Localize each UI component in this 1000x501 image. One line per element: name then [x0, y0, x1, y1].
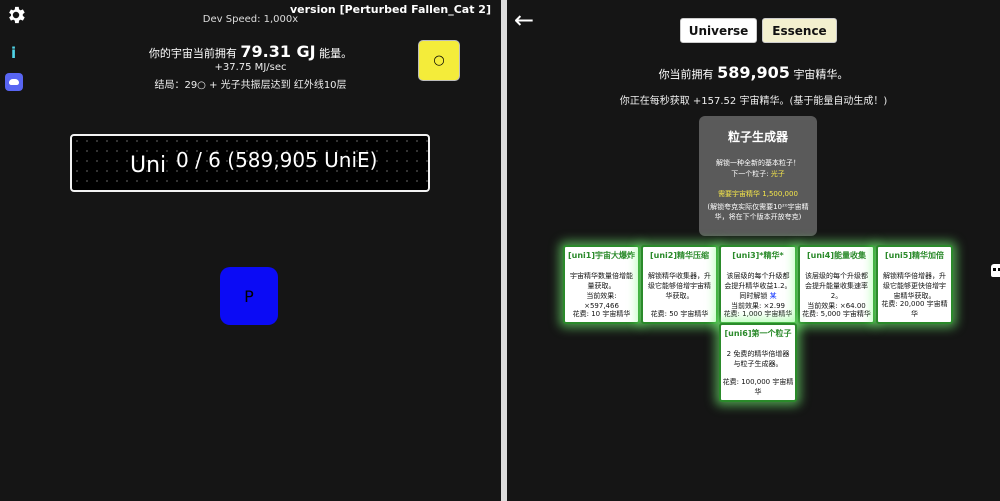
card-desc-highlight: 某 [769, 292, 777, 300]
upgrade-card-uni1[interactable]: [uni1]宇宙大爆炸 宇宙精华数量倍增能量获取。 当前效果: ×597,466… [563, 245, 640, 324]
energy-suffix: 能量。 [319, 47, 353, 60]
generator-desc-line1: 解锁一种全新的基本粒子！ [716, 159, 800, 167]
essence-display: 你当前拥有 589,905 宇宙精华。 [507, 63, 1000, 82]
card-desc: 2 免费的精华倍增器与粒子生成器。 [726, 350, 790, 368]
generator-desc: 解锁一种全新的基本粒子！ 下一个粒子: 光子 [699, 158, 817, 180]
card-desc: 解锁精华倍增器，升级它能够更快倍增宇宙精华获取。 [883, 272, 946, 300]
uni-progress-box[interactable]: Uni 0 / 6 (589,905 UniE) [70, 134, 430, 192]
back-arrow-icon[interactable]: ← [514, 6, 534, 34]
generator-title: 粒子生成器 [727, 130, 788, 144]
card-cost: 花费: 10 宇宙精华 [572, 310, 631, 318]
universe-panel: i version [Perturbed Fallen_Cat 2] Dev S… [0, 0, 501, 501]
card-desc: 宇宙精华数量倍增能量获取。 [570, 272, 633, 290]
generator-next-label: 下一个粒子: [731, 170, 769, 178]
dev-speed-label: Dev Speed: 1,000x [202, 14, 299, 25]
card-cost: 花费: 5,000 宇宙精华 [802, 310, 871, 318]
essence-prefix: 你当前拥有 [658, 68, 714, 81]
upgrade-card-uni5[interactable]: [uni5]精华加倍 解锁精华倍增器，升级它能够更快倍增宇宙精华获取。 花费: … [876, 245, 953, 324]
essence-value: 589,905 [717, 63, 790, 82]
card-title: [uni3]*精华* [732, 251, 784, 260]
generator-cost: 需要宇宙精华 1,500,000 [718, 190, 798, 198]
energy-value: 79.31 GJ [240, 42, 316, 61]
card-desc: 解锁精华收集器，升级它能够倍增宇宙精华获取。 [648, 272, 711, 300]
energy-prefix: 你的宇宙当前拥有 [148, 47, 237, 60]
upgrade-card-uni4[interactable]: [uni4]能量收集 该层级的每个升级都会提升能量收集速率2。 当前效果: ×6… [798, 245, 875, 324]
card-title: [uni4]能量收集 [806, 251, 866, 260]
essence-gain: 你正在每秒获取 +157.52 宇宙精华。(基于能量自动生成！) [619, 96, 888, 107]
generator-note: (解锁夸克实际仅需要10²⁰宇宙精华，将在下个版本开放夸克) [707, 203, 809, 221]
card-desc: 该层级的每个升级都会提升精华收益1.2。同时解锁 某 [724, 271, 792, 301]
card-cost: 花费: 20,000 宇宙精华 [881, 300, 948, 318]
p-button[interactable]: P [220, 267, 278, 325]
uni-progress: 0 / 6 (589,905 UniE) [176, 148, 378, 172]
essence-panel: ← Universe Essence 你当前拥有 589,905 宇宙精华。 你… [507, 0, 1000, 501]
card-desc: 该层级的每个升级都会提升能量收集速率2。 [805, 272, 868, 300]
upgrade-card-uni6[interactable]: [uni6]第一个粒子 2 免费的精华倍增器与粒子生成器。 花费: 100,00… [719, 323, 797, 402]
generator-desc-line2: 下一个粒子: 光子 [699, 169, 817, 180]
upgrade-card-uni2[interactable]: [uni2]精华压缩 解锁精华收集器，升级它能够倍增宇宙精华获取。 花费: 50… [641, 245, 718, 324]
generator-next-particle: 光子 [770, 170, 785, 178]
card-title: [uni2]精华压缩 [649, 251, 709, 260]
card-cost: 花费: 1,000 宇宙精华 [723, 310, 793, 318]
card-title: [uni1]宇宙大爆炸 [568, 251, 636, 260]
card-cost: 花费: 50 宇宙精华 [650, 310, 709, 318]
card-desc-text: 该层级的每个升级都会提升精华收益1.2。同时解锁 [724, 272, 792, 300]
uni-label: Uni [130, 153, 167, 178]
essence-suffix: 宇宙精华。 [793, 68, 849, 81]
card-title: [uni5]精华加倍 [884, 251, 944, 260]
card-cost: 花费: 100,000 宇宙精华 [722, 378, 794, 396]
tab-universe[interactable]: Universe [680, 18, 757, 43]
tab-essence[interactable]: Essence [762, 18, 837, 43]
card-effect: 当前效果: ×597,466 [584, 292, 619, 310]
card-title: [uni6]第一个粒子 [724, 329, 792, 338]
robot-icon[interactable] [991, 264, 1000, 277]
particle-generator[interactable]: 粒子生成器 解锁一种全新的基本粒子！ 下一个粒子: 光子 需要宇宙精华 1,50… [699, 116, 817, 236]
upgrade-card-uni3[interactable]: [uni3]*精华* 该层级的每个升级都会提升精华收益1.2。同时解锁 某 当前… [719, 245, 797, 324]
photon-button[interactable]: ○ [418, 40, 460, 81]
